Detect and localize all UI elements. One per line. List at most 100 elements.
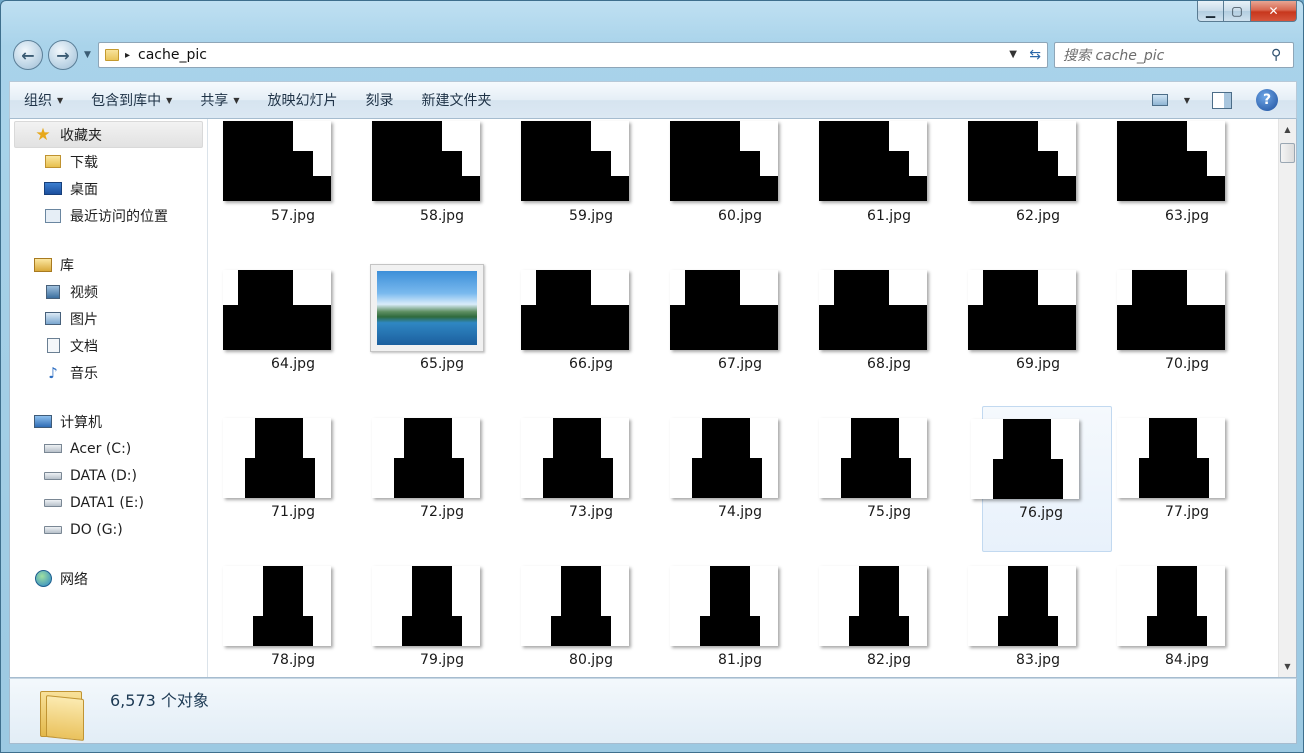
favorites-group: ★ 收藏夹 下载 桌面 最近访问的位置	[10, 121, 207, 229]
file-item[interactable]: 80.jpg	[521, 554, 663, 677]
file-item[interactable]: 83.jpg	[968, 554, 1110, 677]
file-item[interactable]: 71.jpg	[223, 406, 365, 552]
nav-drive-e[interactable]: DATA1 (E:)	[10, 489, 207, 516]
recent-places-icon	[45, 208, 61, 223]
search-icon[interactable]: ⚲	[1271, 47, 1293, 63]
file-item[interactable]: 74.jpg	[670, 406, 812, 552]
file-item[interactable]: 72.jpg	[372, 406, 514, 552]
nav-computer[interactable]: 计算机	[10, 408, 207, 435]
maximize-button[interactable]: ▢	[1224, 1, 1251, 22]
organize-menu[interactable]: 组织 ▼	[10, 90, 77, 110]
silhouette-thumbnail	[971, 419, 1079, 499]
nav-label: 文档	[70, 338, 98, 355]
silhouette-thumbnail	[819, 270, 927, 350]
libraries-group: 库 视频 图片 文档 ♪ 音乐	[10, 251, 207, 386]
address-history-dropdown-icon[interactable]: ▼	[1009, 49, 1017, 60]
file-item[interactable]: 77.jpg	[1117, 406, 1259, 552]
network-icon	[34, 570, 52, 587]
file-item[interactable]: 62.jpg	[968, 119, 1110, 256]
file-name: 73.jpg	[569, 504, 613, 520]
file-item[interactable]: 69.jpg	[968, 258, 1110, 404]
nav-drive-d[interactable]: DATA (D:)	[10, 462, 207, 489]
nav-libraries[interactable]: 库	[10, 251, 207, 278]
file-item[interactable]: 67.jpg	[670, 258, 812, 404]
file-name: 59.jpg	[569, 208, 613, 224]
file-name: 72.jpg	[420, 504, 464, 520]
window-controls: ▁ ▢ ✕	[1197, 1, 1297, 22]
file-item[interactable]: 70.jpg	[1117, 258, 1259, 404]
file-item[interactable]: 81.jpg	[670, 554, 812, 677]
nav-desktop[interactable]: 桌面	[10, 175, 207, 202]
file-item[interactable]: 58.jpg	[372, 119, 514, 256]
view-options-dropdown-icon[interactable]: ▼	[1184, 96, 1190, 105]
file-item[interactable]: 66.jpg	[521, 258, 663, 404]
slideshow-button[interactable]: 放映幻灯片	[253, 90, 351, 110]
scroll-up-arrow-icon[interactable]: ▲	[1279, 121, 1296, 138]
file-item[interactable]: 68.jpg	[819, 258, 961, 404]
new-folder-button[interactable]: 新建文件夹	[407, 90, 505, 110]
silhouette-thumbnail	[670, 121, 778, 201]
file-item[interactable]: 61.jpg	[819, 119, 961, 256]
preview-pane-icon[interactable]	[1212, 91, 1232, 109]
nav-pictures[interactable]: 图片	[10, 305, 207, 332]
scroll-down-arrow-icon[interactable]: ▼	[1279, 658, 1296, 675]
share-menu[interactable]: 共享 ▼	[186, 90, 253, 110]
file-name: 79.jpg	[420, 652, 464, 668]
file-item[interactable]: 59.jpg	[521, 119, 663, 256]
file-name: 71.jpg	[271, 504, 315, 520]
file-item[interactable]: 79.jpg	[372, 554, 514, 677]
nav-downloads[interactable]: 下载	[10, 148, 207, 175]
help-icon[interactable]: ?	[1256, 89, 1278, 111]
landscape-thumbnail	[370, 264, 484, 352]
minimize-button[interactable]: ▁	[1197, 1, 1224, 22]
breadcrumb-separator[interactable]: ▸	[125, 50, 130, 61]
back-button[interactable]: ←	[13, 40, 43, 70]
file-item[interactable]: 78.jpg	[223, 554, 365, 677]
nav-favorites[interactable]: ★ 收藏夹	[14, 121, 203, 148]
search-input[interactable]: 搜索 cache_pic ⚲	[1054, 42, 1294, 68]
forward-button[interactable]: →	[48, 40, 78, 70]
file-item[interactable]: 65.jpg	[370, 258, 514, 404]
nav-drive-g[interactable]: DO (G:)	[10, 516, 207, 543]
file-name: 84.jpg	[1165, 652, 1209, 668]
nav-label: DATA (D:)	[70, 467, 137, 484]
file-item[interactable]: 82.jpg	[819, 554, 961, 677]
nav-label: DO (G:)	[70, 521, 123, 538]
burn-button[interactable]: 刻录	[351, 90, 407, 110]
silhouette-thumbnail	[968, 566, 1076, 646]
nav-videos[interactable]: 视频	[10, 278, 207, 305]
search-placeholder: 搜索 cache_pic	[1063, 48, 1165, 64]
title-bar[interactable]: ▁ ▢ ✕	[1, 1, 1303, 35]
address-bar[interactable]: ▸ cache_pic ▼ ⇆	[98, 42, 1048, 68]
nav-network[interactable]: 网络	[10, 565, 207, 592]
file-item[interactable]: 64.jpg	[223, 258, 365, 404]
include-in-library-menu[interactable]: 包含到库中 ▼	[77, 90, 186, 110]
file-name: 64.jpg	[271, 356, 315, 372]
breadcrumb-cache-pic[interactable]: cache_pic	[138, 47, 207, 63]
refresh-icon[interactable]: ⇆	[1029, 47, 1041, 63]
new-folder-label: 新建文件夹	[421, 93, 492, 109]
nav-recent-places[interactable]: 最近访问的位置	[10, 202, 207, 229]
vertical-scrollbar[interactable]: ▲ ▼	[1278, 119, 1296, 677]
file-item[interactable]: 60.jpg	[670, 119, 812, 256]
file-item[interactable]: 57.jpg	[223, 119, 365, 256]
desktop-icon	[44, 182, 62, 195]
recent-pages-dropdown[interactable]: ▼	[84, 50, 91, 60]
close-button[interactable]: ✕	[1251, 1, 1297, 22]
nav-drive-c[interactable]: Acer (C:)	[10, 435, 207, 462]
file-item[interactable]: 76.jpg	[971, 406, 1112, 552]
file-item[interactable]: 63.jpg	[1117, 119, 1259, 256]
file-name: 65.jpg	[420, 356, 464, 372]
change-view-icon[interactable]	[1151, 94, 1168, 106]
file-name: 76.jpg	[1019, 505, 1063, 521]
nav-documents[interactable]: 文档	[10, 332, 207, 359]
scroll-thumb[interactable]	[1280, 143, 1295, 163]
file-item[interactable]: 73.jpg	[521, 406, 663, 552]
view-controls: ▼ ?	[1151, 82, 1296, 118]
back-arrow-icon: ←	[21, 45, 35, 65]
file-item[interactable]: 84.jpg	[1117, 554, 1259, 677]
file-item[interactable]: 75.jpg	[819, 406, 961, 552]
nav-label: 视频	[70, 284, 98, 301]
file-name: 75.jpg	[867, 504, 911, 520]
nav-music[interactable]: ♪ 音乐	[10, 359, 207, 386]
